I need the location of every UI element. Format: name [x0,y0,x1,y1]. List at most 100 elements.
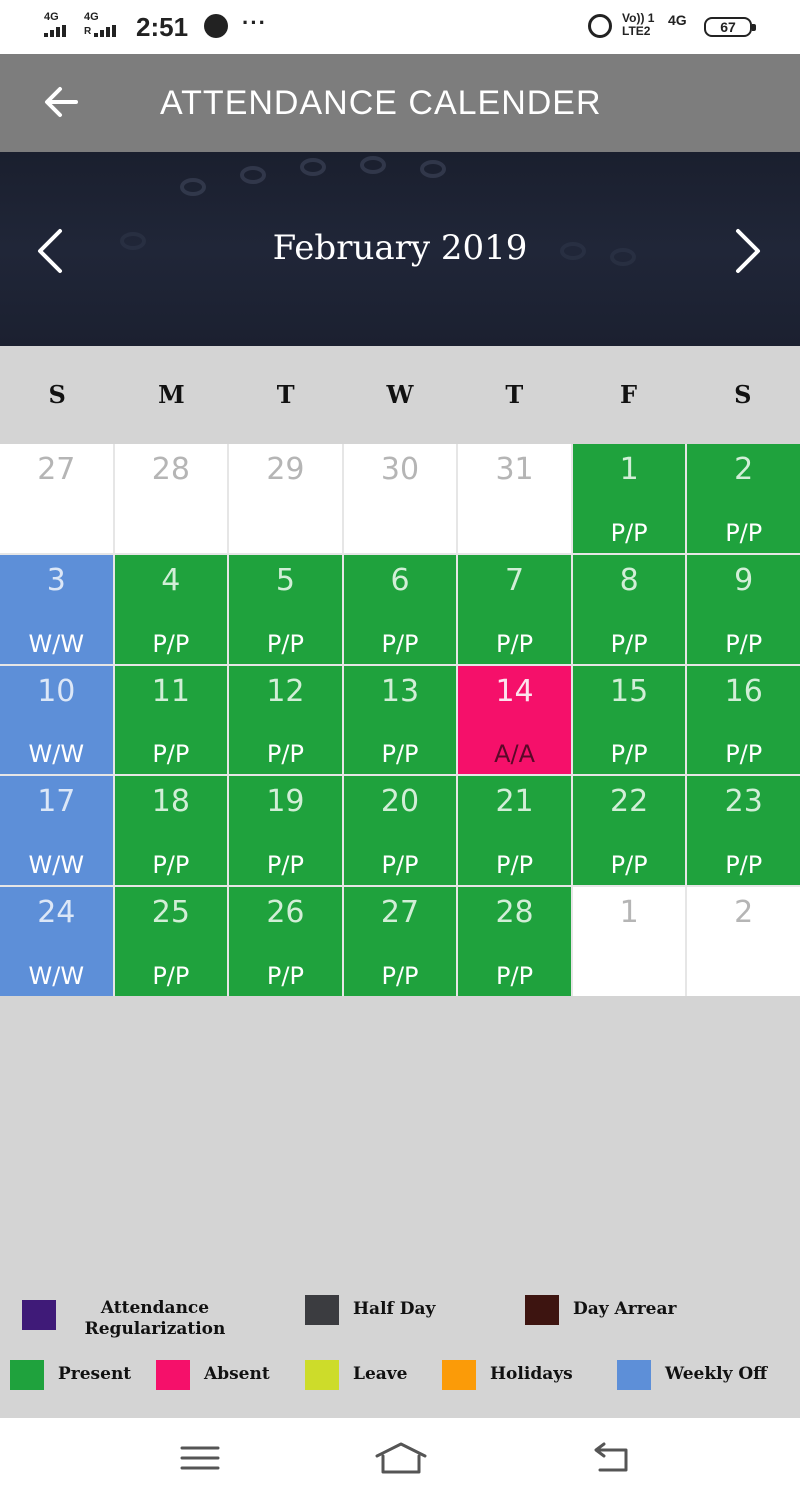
weekday-header: S M T W T F S [0,346,800,444]
calendar-day-cell[interactable]: 17 W/W [0,776,113,886]
calendar-day-cell[interactable]: 10 W/W [0,665,113,775]
attendance-code: P/P [381,629,419,658]
calendar-day-cell[interactable]: 15 P/P [572,665,686,775]
calendar-day-cell[interactable]: 29 [229,444,342,553]
day-number: 24 [37,895,76,931]
calendar-day-cell[interactable]: 1 P/P [572,444,686,553]
calendar-day-cell[interactable]: 31 [458,444,571,553]
calendar-day-cell[interactable]: 9 P/P [687,554,800,664]
calendar-day-cell[interactable]: 19 P/P [229,776,342,886]
legend-label: Absent [204,1364,270,1384]
day-number: 3 [46,562,66,598]
calendar-day-cell[interactable]: 14 A/A [458,665,571,775]
calendar-day-cell[interactable]: 28 [114,444,228,553]
calendar-day-cell[interactable]: 2 [687,887,800,996]
calendar-day-cell[interactable]: 4 P/P [114,554,228,664]
calendar-day-cell[interactable]: 27 [0,444,113,553]
weekday-label: F [620,380,638,409]
roaming-label: R [84,26,92,37]
calendar-day-cell[interactable]: 7 P/P [458,554,571,664]
calendar-day-cell[interactable]: 2 P/P [687,444,800,553]
legend-swatch [10,1360,44,1390]
calendar-day-cell[interactable]: 13 P/P [343,665,457,775]
day-number: 14 [495,673,534,709]
battery-icon: 67 [704,17,756,37]
legend-swatch [617,1360,651,1390]
attendance-code: P/P [381,740,419,769]
more-notifications-icon: ··· [242,10,267,35]
attendance-code: P/P [496,851,534,880]
attendance-code: P/P [152,629,190,658]
attendance-code: P/P [496,962,534,990]
legend-attendance-regularization: Attendance Regularization [22,1298,240,1340]
day-number: 26 [266,895,305,931]
legend-swatch [305,1360,339,1390]
day-number: 18 [151,784,190,820]
alarm-icon [588,14,612,38]
calendar-day-cell[interactable]: 3 W/W [0,554,113,664]
calendar-day-cell[interactable]: 22 P/P [572,776,686,886]
legend-swatch [156,1360,190,1390]
attendance-code: P/P [610,629,648,658]
back-icon[interactable] [588,1440,632,1476]
day-number: 23 [724,784,763,820]
legend-label: Attendance Regularization [84,1298,226,1339]
next-month-button[interactable] [728,226,768,276]
attendance-code: W/W [28,740,85,769]
calendar-day-cell[interactable]: 12 P/P [229,665,342,775]
calendar-day-cell[interactable]: 20 P/P [343,776,457,886]
attendance-code: P/P [266,629,304,658]
month-header: February 2019 [0,152,800,346]
calendar-day-cell[interactable]: 16 P/P [687,665,800,775]
sim2-signal-icon: 4G R [84,11,117,37]
calendar-day-cell[interactable]: 27 P/P [343,887,457,996]
attendance-code: P/P [610,740,648,769]
calendar-day-cell[interactable]: 24 W/W [0,887,113,996]
legend-half-day: Half Day [305,1295,435,1325]
day-number: 4 [161,562,181,598]
attendance-code: P/P [610,851,648,880]
day-number: 29 [266,452,305,487]
legend-swatch [442,1360,476,1390]
calendar-day-cell[interactable]: 1 [572,887,686,996]
back-arrow-icon[interactable] [40,80,84,124]
day-number: 10 [37,673,76,709]
attendance-code: P/P [725,740,763,769]
weekday-label: S [734,380,752,409]
day-number: 2 [734,452,754,487]
calendar-day-cell[interactable]: 6 P/P [343,554,457,664]
attendance-code: P/P [152,851,190,880]
attendance-code: A/A [494,740,536,769]
menu-icon[interactable] [178,1440,222,1476]
legend-label: Day Arrear [573,1299,677,1319]
day-number: 11 [151,673,190,709]
day-number: 19 [266,784,305,820]
day-number: 2 [734,895,754,931]
day-number: 8 [619,562,639,598]
day-number: 21 [495,784,534,820]
weekday-label: T [276,380,295,409]
legend-leave: Leave [305,1360,407,1390]
day-number: 17 [37,784,76,820]
calendar-day-cell[interactable]: 8 P/P [572,554,686,664]
calendar-day-cell[interactable]: 28 P/P [458,887,571,996]
weekday-label: T [505,380,524,409]
day-number: 13 [380,673,420,709]
calendar-day-cell[interactable]: 11 P/P [114,665,228,775]
calendar-day-cell[interactable]: 26 P/P [229,887,342,996]
network-type: 4G [668,12,687,28]
legend-label: Weekly Off [665,1364,768,1384]
legend-label: Holidays [490,1364,573,1384]
calendar-day-cell[interactable]: 5 P/P [229,554,342,664]
calendar-day-cell[interactable]: 18 P/P [114,776,228,886]
sim2-label: 4G [84,11,99,23]
calendar-grid: 27 28 29 30 31 1 P/P 2 P/P 3 W/W 4 P/P 5 P/P 6 P/P 7 P/P 8 P… [0,444,800,996]
calendar-day-cell[interactable]: 21 P/P [458,776,571,886]
app-bar: ATTENDANCE CALENDER [0,54,800,152]
home-icon[interactable] [374,1440,428,1476]
calendar-day-cell[interactable]: 25 P/P [114,887,228,996]
calendar-day-cell[interactable]: 23 P/P [687,776,800,886]
weekday-label: M [158,380,185,409]
legend-present: Present [10,1360,131,1390]
calendar-day-cell[interactable]: 30 [343,444,457,553]
